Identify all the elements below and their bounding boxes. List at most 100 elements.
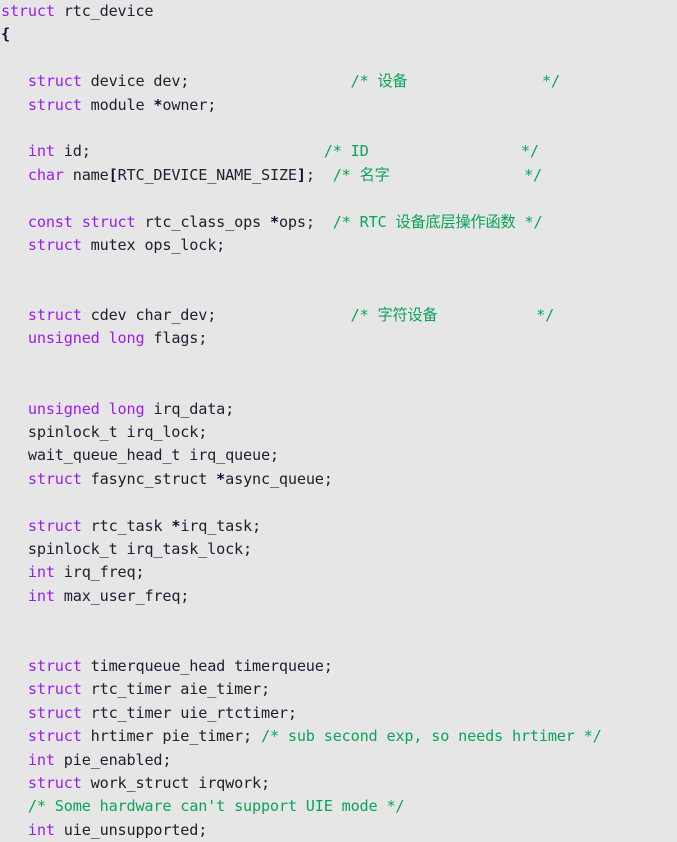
code-token-comment: */ — [437, 306, 555, 325]
code-token-punct: [ — [108, 165, 118, 184]
code-token-punct: * — [216, 469, 226, 488]
code-token-kw: long — [108, 399, 145, 418]
code-line: spinlock_t irq_lock; — [0, 421, 677, 444]
code-line: unsigned long irq_data; — [0, 398, 677, 421]
code-token-kw: struct — [27, 680, 82, 699]
code-line: int max_user_freq; — [0, 585, 677, 608]
code-token-kw: struct — [27, 656, 82, 675]
code-token-plain: rtc_task — [81, 516, 172, 535]
code-token-plain: pie_enabled; — [54, 750, 172, 769]
code-line: wait_queue_head_t irq_queue; — [0, 444, 677, 467]
code-token-kw: int — [27, 586, 55, 605]
code-token-plain: id; — [54, 142, 324, 161]
code-token-plain: irq_task; — [180, 516, 261, 535]
code-token-plain: rtc_class_ops — [135, 212, 270, 231]
code-line: spinlock_t irq_task_lock; — [0, 538, 677, 561]
code-line: const struct rtc_class_ops *ops; /* RTC … — [0, 211, 677, 234]
code-token-plain: hrtimer pie_timer; — [81, 727, 261, 746]
code-token-plain: module — [81, 95, 154, 114]
code-token-kw: struct — [27, 773, 82, 792]
code-token-kw: char — [27, 165, 64, 184]
code-line: struct rtc_task *irq_task; — [0, 515, 677, 538]
code-token-plain: ops; — [278, 212, 333, 231]
code-token-kw: long — [108, 329, 145, 348]
code-line: struct rtc_device — [0, 0, 677, 23]
code-token-plain: timerqueue_head timerqueue; — [81, 656, 333, 675]
code-token-cjk: 设备 — [377, 72, 408, 91]
code-line: struct device dev; /* 设备 */ — [0, 70, 677, 93]
code-token-cjk: 字符设备 — [377, 306, 438, 325]
code-line: struct rtc_timer uie_rtctimer; — [0, 702, 677, 725]
code-token-plain: async_queue; — [225, 469, 333, 488]
code-token-comment: /* Some hardware can't support UIE mode … — [27, 797, 405, 816]
code-token-plain: rtc_device — [54, 2, 154, 20]
code-token-kw: struct — [27, 703, 82, 722]
code-token-plain: cdev char_dev; — [81, 306, 351, 325]
code-token-cjk: 设备底层操作函数 — [395, 212, 516, 231]
code-line: int id; /* ID */ — [0, 140, 677, 163]
code-token-cjk: 名字 — [359, 165, 390, 184]
code-line: char name[RTC_DEVICE_NAME_SIZE]; /* 名字 *… — [0, 164, 677, 187]
code-token-plain: flags; — [144, 329, 208, 348]
code-line: struct rtc_timer aie_timer; — [0, 678, 677, 701]
code-token-comment: */ — [389, 165, 543, 184]
code-token-comment: */ — [407, 72, 560, 91]
code-token-kw: struct — [27, 516, 82, 535]
code-token-punct: * — [171, 516, 181, 535]
code-token-comment: /* sub second exp, so needs hrtimer */ — [260, 727, 602, 746]
code-viewer[interactable]: struct rtc_device { struct device dev; /*… — [0, 0, 677, 839]
code-token-kw: struct — [1, 2, 55, 20]
code-line: struct hrtimer pie_timer; /* sub second … — [0, 725, 677, 748]
code-token-kw: struct — [27, 306, 82, 325]
code-token-punct: ] — [296, 165, 306, 184]
code-line: struct timerqueue_head timerqueue; — [0, 655, 677, 678]
code-token-plain: max_user_freq; — [54, 586, 190, 605]
code-token-plain: fasync_struct — [81, 469, 217, 488]
code-token-plain: device dev; — [81, 72, 351, 91]
code-token-kw: unsigned — [27, 399, 100, 418]
code-line: /* Some hardware can't support UIE mode … — [0, 795, 677, 818]
code-token-comment: /* ID */ — [323, 142, 539, 161]
code-token-comment: */ — [515, 212, 543, 231]
code-token-plain: mutex ops_lock; — [81, 235, 226, 254]
code-token-kw: struct — [27, 727, 82, 746]
code-line: struct fasync_struct *async_queue; — [0, 468, 677, 491]
code-token-kw: const — [27, 212, 73, 231]
code-token-comment: /* — [332, 165, 360, 184]
code-token-kw: int — [27, 563, 55, 582]
code-token-plain: owner; — [162, 95, 217, 114]
code-line: struct mutex ops_lock; — [0, 234, 677, 257]
code-token-kw: unsigned — [27, 329, 100, 348]
code-token-plain: RTC_DEVICE_NAME_SIZE — [117, 165, 297, 184]
code-token-plain: irq_freq; — [54, 563, 145, 582]
code-line: struct work_struct irqwork; — [0, 772, 677, 795]
code-token-plain: irq_data; — [144, 399, 235, 418]
code-line: int uie_unsupported; — [0, 819, 677, 842]
code-token-comment: /* — [350, 72, 378, 91]
code-token-plain: wait_queue_head_t irq_queue; — [1, 446, 279, 465]
